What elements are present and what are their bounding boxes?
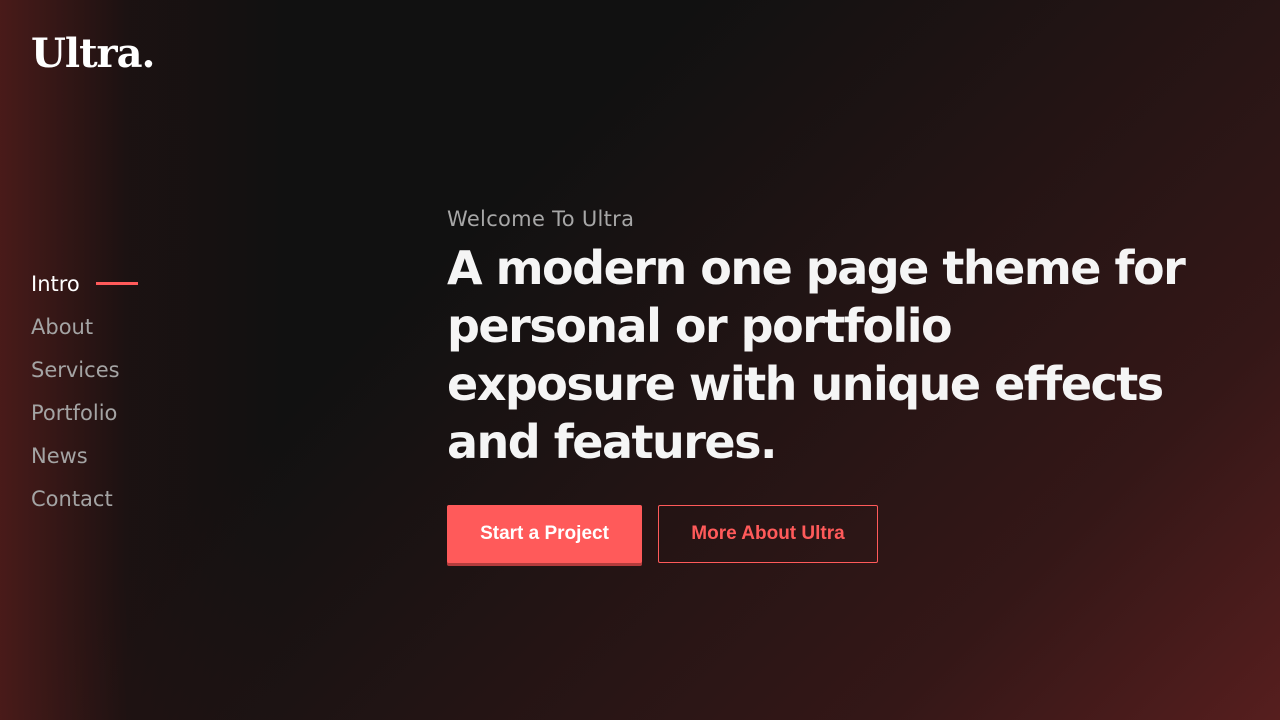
more-about-button[interactable]: More About Ultra [658,505,878,563]
active-indicator-line [95,282,138,285]
side-navigation: Intro About Services Portfolio News Cont… [31,262,138,520]
nav-item-portfolio[interactable]: Portfolio [31,391,138,434]
hero-headline: A modern one page theme for personal or … [447,241,1186,469]
nav-item-intro[interactable]: Intro [31,262,138,305]
hero-cta-group: Start a Project More About Ultra [447,505,1207,563]
hero-section: Welcome To Ultra A modern one page theme… [447,207,1207,563]
nav-item-label: News [31,443,88,468]
brand-dot: . [141,30,156,77]
nav-item-about[interactable]: About [31,305,138,348]
nav-item-services[interactable]: Services [31,348,138,391]
hero-eyebrow: Welcome To Ultra [447,207,635,231]
brand-logo[interactable]: Ultra. [31,30,156,77]
nav-item-label: Services [31,357,120,382]
brand-name: Ultra [31,30,143,77]
nav-item-label: About [31,314,94,339]
nav-item-label: Portfolio [31,400,118,425]
nav-item-news[interactable]: News [31,434,138,477]
nav-item-label: Intro [31,271,80,296]
nav-item-label: Contact [31,486,113,511]
start-project-button[interactable]: Start a Project [447,505,642,563]
nav-item-contact[interactable]: Contact [31,477,138,520]
